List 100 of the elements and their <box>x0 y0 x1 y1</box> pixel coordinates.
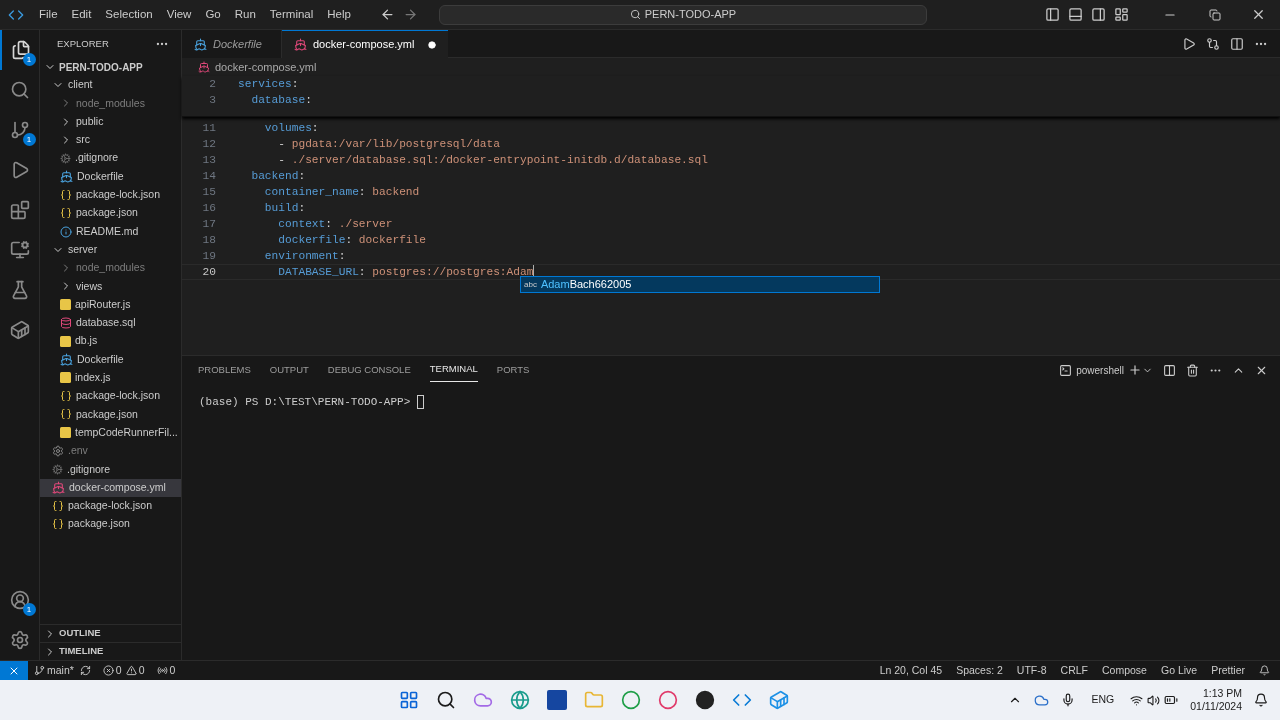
menu-item[interactable]: Help <box>320 5 358 24</box>
ports-indicator[interactable]: 0 <box>156 662 176 679</box>
microphone-icon[interactable] <box>1061 693 1076 707</box>
file-tree-item[interactable]: db.js <box>40 332 181 351</box>
code-line: - ./server/database.sql:/docker-entrypoint-initdb.d/database.sql <box>277 152 708 168</box>
file-tree-item[interactable]: package.json <box>40 204 181 223</box>
layout-icon[interactable] <box>1114 7 1129 22</box>
menu-item[interactable]: View <box>159 5 199 24</box>
menu-item[interactable]: Terminal <box>262 5 321 24</box>
breadcrumb[interactable]: docker-compose.yml <box>215 58 317 76</box>
panel-tab[interactable]: TERMINAL <box>429 358 478 382</box>
dark-app-icon[interactable] <box>695 690 716 710</box>
status-item[interactable]: Spaces: 2 <box>956 662 1003 679</box>
status-item[interactable]: CRLF <box>1060 662 1088 679</box>
workspace-root[interactable]: PERN-TODO-APP <box>40 58 181 76</box>
file-tree-item[interactable]: package.json <box>40 515 181 534</box>
menu-item[interactable]: File <box>32 5 65 24</box>
file-tree-item[interactable]: package.json <box>40 405 181 424</box>
search-icon <box>9 80 30 100</box>
panel-tab[interactable]: DEBUG CONSOLE <box>327 358 411 382</box>
file-tree-item[interactable]: index.js <box>40 368 181 388</box>
status-item[interactable]: Prettier <box>1211 662 1245 679</box>
sidebar-toggle-icon[interactable] <box>1045 7 1060 22</box>
file-tree-item[interactable]: .gitignore <box>40 149 181 168</box>
trash-icon[interactable] <box>1186 363 1199 377</box>
forward-arrow-icon[interactable] <box>402 7 418 22</box>
file-tree-item[interactable]: README.md <box>40 222 181 241</box>
line-number: 2 <box>208 76 217 92</box>
split-terminal-icon[interactable] <box>1163 363 1176 377</box>
file-tree-item[interactable]: apiRouter.js <box>40 295 181 314</box>
file-tree-item[interactable]: Dockerfile <box>40 167 181 186</box>
search-icon <box>629 9 641 20</box>
start-icon[interactable] <box>399 690 420 710</box>
remote-icon <box>9 240 30 260</box>
panel-tab[interactable]: OUTPUT <box>269 358 309 382</box>
run-icon[interactable] <box>1182 36 1196 51</box>
close-icon[interactable] <box>1251 7 1266 22</box>
battery-icon[interactable] <box>1164 693 1179 707</box>
compare-icon[interactable] <box>1206 36 1220 51</box>
terminal-prompt: (base) PS D:\TEST\PERN-TODO-APP> <box>199 395 412 410</box>
search-icon[interactable] <box>436 690 457 710</box>
autocomplete-suggestion[interactable]: abc AdamBach662005 <box>520 276 880 293</box>
file-tree-item[interactable]: .gitignore <box>40 460 181 479</box>
file-tree-item[interactable]: node_modules <box>40 94 181 113</box>
problems-indicator[interactable]: 0 0 <box>102 662 145 679</box>
split-editor-icon[interactable] <box>1230 36 1244 51</box>
file-tree-item[interactable]: public <box>40 112 181 131</box>
restore-icon[interactable] <box>1209 8 1221 21</box>
file-tree-item[interactable]: .env <box>40 441 181 461</box>
file-tree-item[interactable]: client <box>40 76 181 95</box>
sync-icon[interactable] <box>79 665 91 676</box>
command-center[interactable]: PERN-TODO-APP <box>438 4 927 25</box>
clock[interactable]: 1:13 PM 01/11/2024 <box>1190 687 1242 713</box>
browser-app-icon[interactable] <box>510 690 531 710</box>
status-item[interactable]: Ln 20, Col 45 <box>879 662 943 679</box>
secondary-sidebar-toggle-icon[interactable] <box>1091 7 1106 22</box>
extensions-icon <box>9 200 30 220</box>
file-tree-item[interactable]: tempCodeRunnerFil... <box>40 423 181 442</box>
text-kind-icon: abc <box>524 278 537 291</box>
wifi-icon[interactable] <box>1130 693 1144 707</box>
menu-item[interactable]: Run <box>227 5 263 24</box>
file-tree-item[interactable]: database.sql <box>40 313 181 333</box>
circle-app-icon[interactable] <box>621 690 642 710</box>
braces-icon <box>60 188 72 201</box>
notifications-icon[interactable] <box>1254 693 1268 707</box>
file-tree-item[interactable]: package-lock.json <box>40 387 181 406</box>
file-tree-item[interactable]: docker-compose.yml <box>40 478 181 497</box>
collapsed-section[interactable]: OUTLINE <box>40 624 181 642</box>
menu-item[interactable]: Selection <box>98 5 160 24</box>
plus-icon[interactable] <box>1128 363 1142 377</box>
status-item[interactable]: UTF-8 <box>1016 662 1047 679</box>
file-tree-item[interactable]: server <box>40 240 181 259</box>
panel-tab[interactable]: PROBLEMS <box>198 358 251 382</box>
line-number: 14 <box>201 168 217 184</box>
notifications-icon[interactable] <box>1259 665 1270 676</box>
manage-icon <box>9 630 30 650</box>
cloud-icon[interactable] <box>1034 692 1050 708</box>
file-tree-item[interactable]: src <box>40 130 181 150</box>
panel-toggle-icon[interactable] <box>1068 7 1083 22</box>
file-tree-item[interactable]: views <box>40 277 181 296</box>
remote-button[interactable] <box>0 660 28 681</box>
menu-item[interactable]: Edit <box>64 5 99 24</box>
ring-app-icon[interactable] <box>658 690 679 710</box>
file-tree-item[interactable]: Dockerfile <box>40 350 181 369</box>
back-arrow-icon[interactable] <box>379 7 395 22</box>
file-tree-item[interactable]: node_modules <box>40 258 181 278</box>
branch-indicator[interactable]: main* <box>34 662 74 679</box>
panel-tab[interactable]: PORTS <box>496 358 530 382</box>
file-tree-item[interactable]: package-lock.json <box>40 185 181 205</box>
volume-icon[interactable] <box>1147 693 1161 707</box>
language-indicator[interactable]: ENG <box>1091 692 1115 708</box>
braces-icon <box>52 518 64 531</box>
status-item[interactable]: Go Live <box>1160 662 1198 679</box>
account-activity-icon[interactable]: 1 <box>0 580 40 620</box>
source-control-activity-icon[interactable]: 1 <box>0 110 40 150</box>
menu-item[interactable]: Go <box>198 5 228 24</box>
shell-label[interactable]: powershell <box>1076 362 1124 378</box>
file-tree-item[interactable]: package-lock.json <box>40 496 181 516</box>
editor-tab[interactable]: docker-compose.yml <box>282 30 449 58</box>
status-item[interactable]: Compose <box>1102 662 1147 679</box>
